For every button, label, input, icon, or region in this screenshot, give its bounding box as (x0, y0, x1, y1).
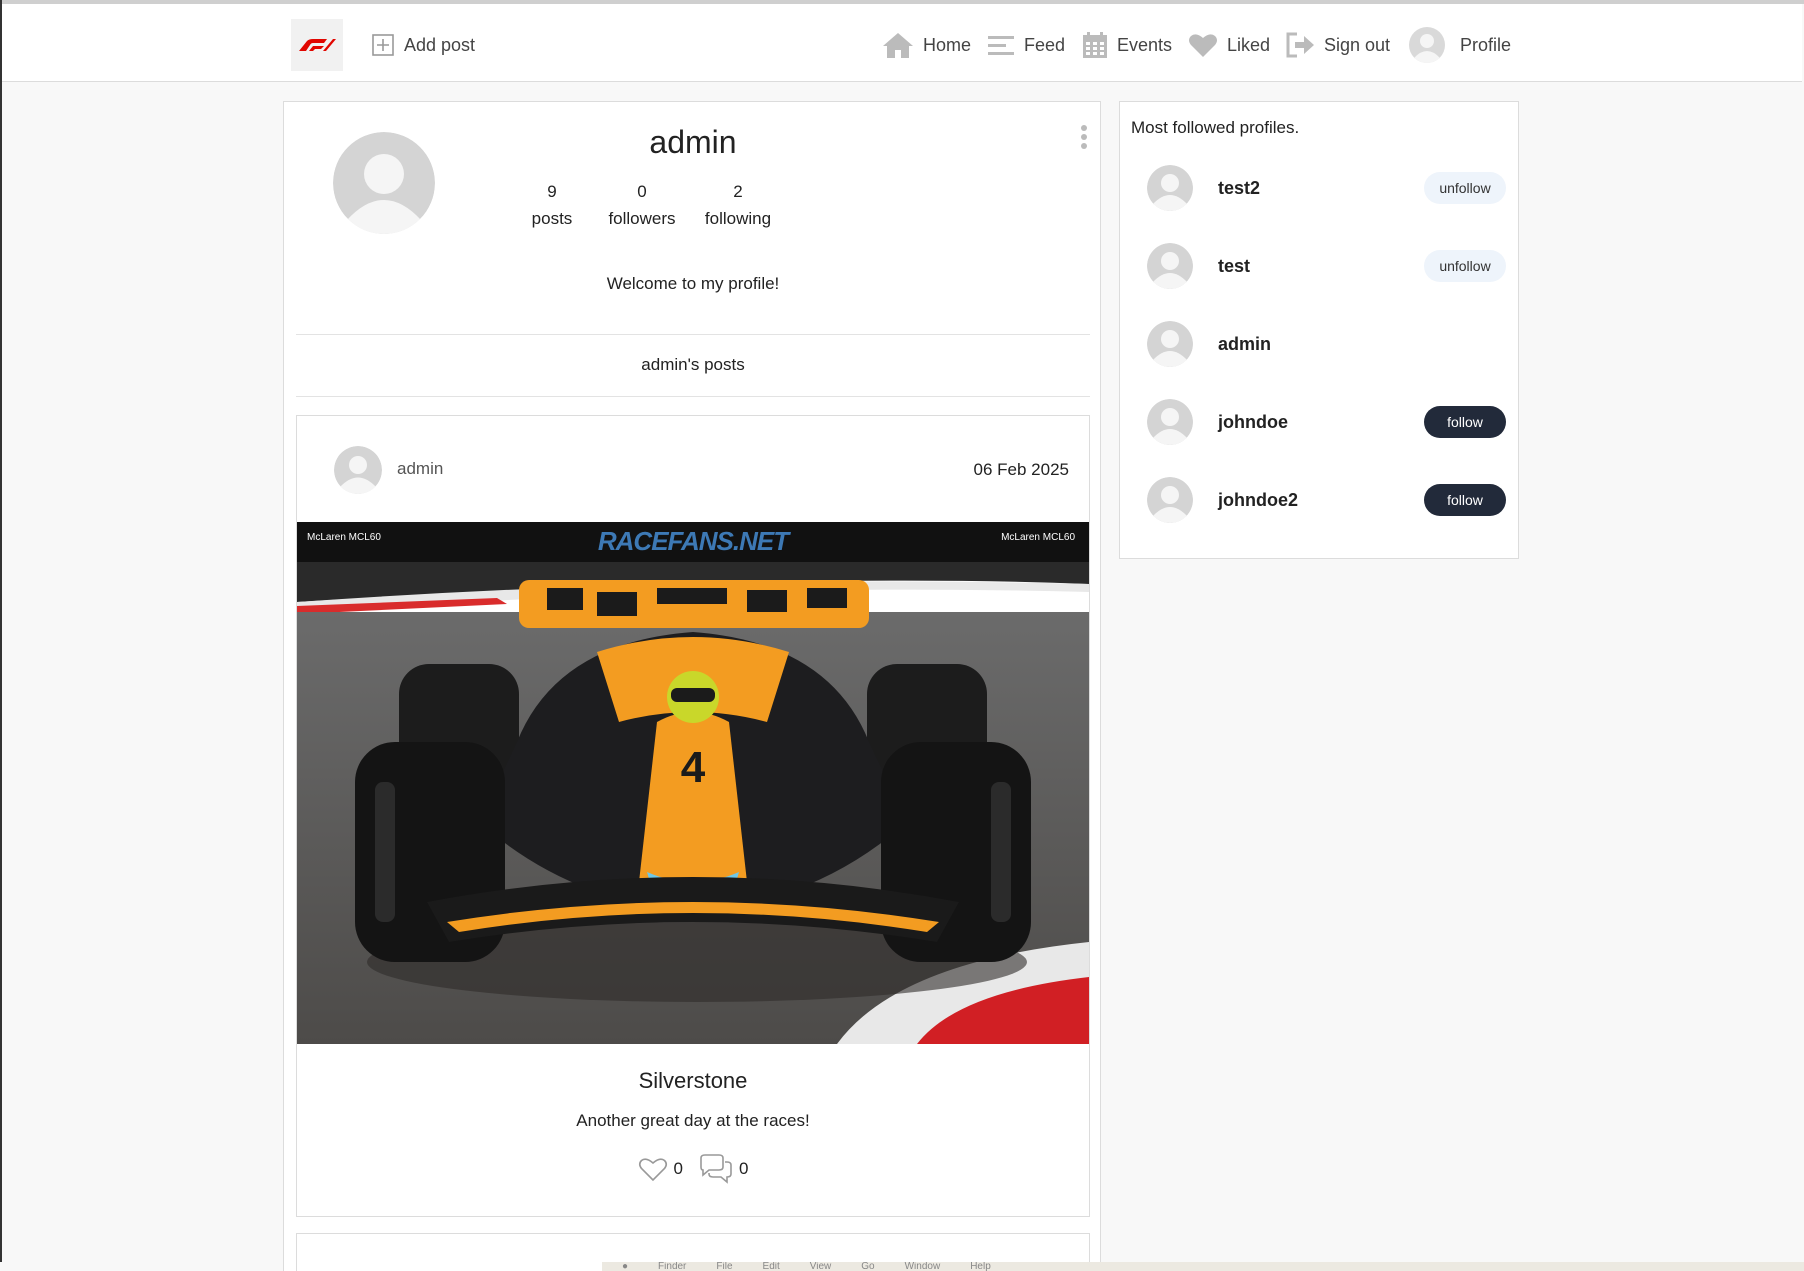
avatar[interactable] (1147, 477, 1193, 523)
kebab-dot (1081, 134, 1087, 140)
post-image[interactable]: 4 McLaren MCL60 McLaren MCL60 RACEFANS.N… (297, 522, 1089, 1044)
profile-options-menu[interactable] (1074, 122, 1094, 152)
nav-profile[interactable]: Profile (1409, 27, 1512, 63)
avatar-icon (1147, 243, 1193, 289)
nav-liked[interactable]: Liked (1188, 28, 1270, 62)
unfollow-button[interactable]: unfollow (1424, 250, 1506, 282)
os-menu-item[interactable]: Finder (658, 1262, 686, 1271)
profile-card: admin 9 posts 0 followers 2 following We… (283, 101, 1101, 1271)
comment-icon[interactable] (697, 1154, 733, 1184)
following-count: 2 (733, 182, 743, 201)
post-title: Silverstone (638, 1068, 748, 1093)
stat-following[interactable]: 2 following (683, 178, 793, 232)
avatar[interactable] (1147, 399, 1193, 445)
profile-name[interactable]: admin (1218, 334, 1271, 355)
sidebar-title: Most followed profiles. (1131, 118, 1300, 137)
nav-feed[interactable]: Feed (987, 28, 1065, 62)
post-author-name[interactable]: admin (397, 459, 443, 479)
list-item: admin (1120, 321, 1518, 371)
followers-label: followers (608, 209, 676, 228)
os-menu-item[interactable]: Edit (763, 1262, 780, 1271)
unfollow-button[interactable]: unfollow (1424, 172, 1506, 204)
like-count: 0 (673, 1159, 683, 1178)
heart-icon (1189, 34, 1217, 57)
sign-out-icon (1286, 32, 1314, 58)
profile-name[interactable]: johndoe2 (1218, 490, 1298, 511)
os-menu-item[interactable]: View (810, 1262, 832, 1271)
list-item: johndoe2 follow (1120, 477, 1518, 527)
avatar[interactable] (1147, 321, 1193, 367)
os-menu-item[interactable]: Go (861, 1262, 874, 1271)
avatar-icon (1147, 165, 1193, 211)
nav-sign-out-label: Sign out (1324, 34, 1391, 55)
list-item: test unfollow (1120, 243, 1518, 293)
top-navbar: Add post Home Feed Events Liked Sign out… (2, 4, 1802, 82)
profile-name[interactable]: test2 (1218, 178, 1260, 199)
nav-feed-label: Feed (1024, 34, 1066, 55)
add-post-link[interactable]: Add post (371, 28, 475, 62)
kebab-dot (1081, 125, 1087, 131)
most-followed-sidebar: Most followed profiles. test2 unfollow t… (1119, 101, 1519, 559)
window-left-edge (0, 0, 2, 1262)
f1-logo[interactable] (291, 19, 343, 71)
avatar-icon (1147, 399, 1193, 445)
avatar[interactable] (1147, 165, 1193, 211)
kebab-dot (1081, 143, 1087, 149)
nav-home-label: Home (923, 34, 972, 55)
like-icon[interactable] (638, 1156, 668, 1182)
follow-button[interactable]: follow (1424, 406, 1506, 438)
avatar-icon (1147, 321, 1193, 367)
divider (296, 334, 1090, 335)
avatar-icon (1409, 27, 1445, 63)
profile-bio: Welcome to my profile! (606, 274, 780, 293)
feed-icon (988, 36, 1014, 55)
nav-events[interactable]: Events (1082, 28, 1172, 62)
home-icon (883, 33, 913, 58)
avatar[interactable] (1147, 243, 1193, 289)
os-menu-bar: ● Finder File Edit View Go Window Help (602, 1262, 1804, 1271)
list-item: test2 unfollow (1120, 165, 1518, 215)
add-post-label: Add post (404, 34, 476, 55)
image-watermark: RACEFANS.NET (597, 526, 789, 556)
calendar-icon (1083, 32, 1107, 58)
posts-heading: admin's posts (641, 355, 745, 374)
comment-count: 0 (739, 1159, 749, 1178)
nav-events-label: Events (1117, 34, 1173, 55)
post-actions: 0 0 (297, 1154, 1089, 1184)
list-item: johndoe follow (1120, 399, 1518, 449)
post-author-avatar[interactable] (334, 446, 382, 494)
post-body: Another great day at the races! (576, 1111, 810, 1130)
svg-text:4: 4 (681, 743, 706, 792)
avatar-icon (334, 446, 382, 494)
f1-logo-icon (299, 39, 336, 51)
profile-name[interactable]: johndoe (1218, 412, 1288, 433)
post-card: admin 06 Feb 2025 4 McLaren MCL60 McLare… (296, 415, 1090, 1217)
follow-button[interactable]: follow (1424, 484, 1506, 516)
nav-profile-label: Profile (1460, 34, 1512, 55)
race-car-photo: 4 (297, 522, 1089, 1044)
stat-followers[interactable]: 0 followers (587, 178, 697, 232)
post-date: 06 Feb 2025 (973, 460, 1069, 479)
avatar-icon (1147, 477, 1193, 523)
os-menu-item[interactable]: Window (905, 1262, 941, 1271)
add-icon (372, 34, 394, 56)
divider (296, 396, 1090, 397)
apple-icon[interactable]: ● (622, 1262, 628, 1271)
profile-name[interactable]: test (1218, 256, 1250, 277)
followers-count: 0 (637, 182, 647, 201)
profile-username: admin (649, 124, 737, 160)
nav-home[interactable]: Home (882, 28, 971, 62)
os-menu-item[interactable]: File (716, 1262, 732, 1271)
nav-sign-out[interactable]: Sign out (1285, 28, 1390, 62)
following-label: following (704, 209, 772, 228)
nav-liked-label: Liked (1227, 34, 1271, 55)
os-menu-item[interactable]: Help (970, 1262, 991, 1271)
